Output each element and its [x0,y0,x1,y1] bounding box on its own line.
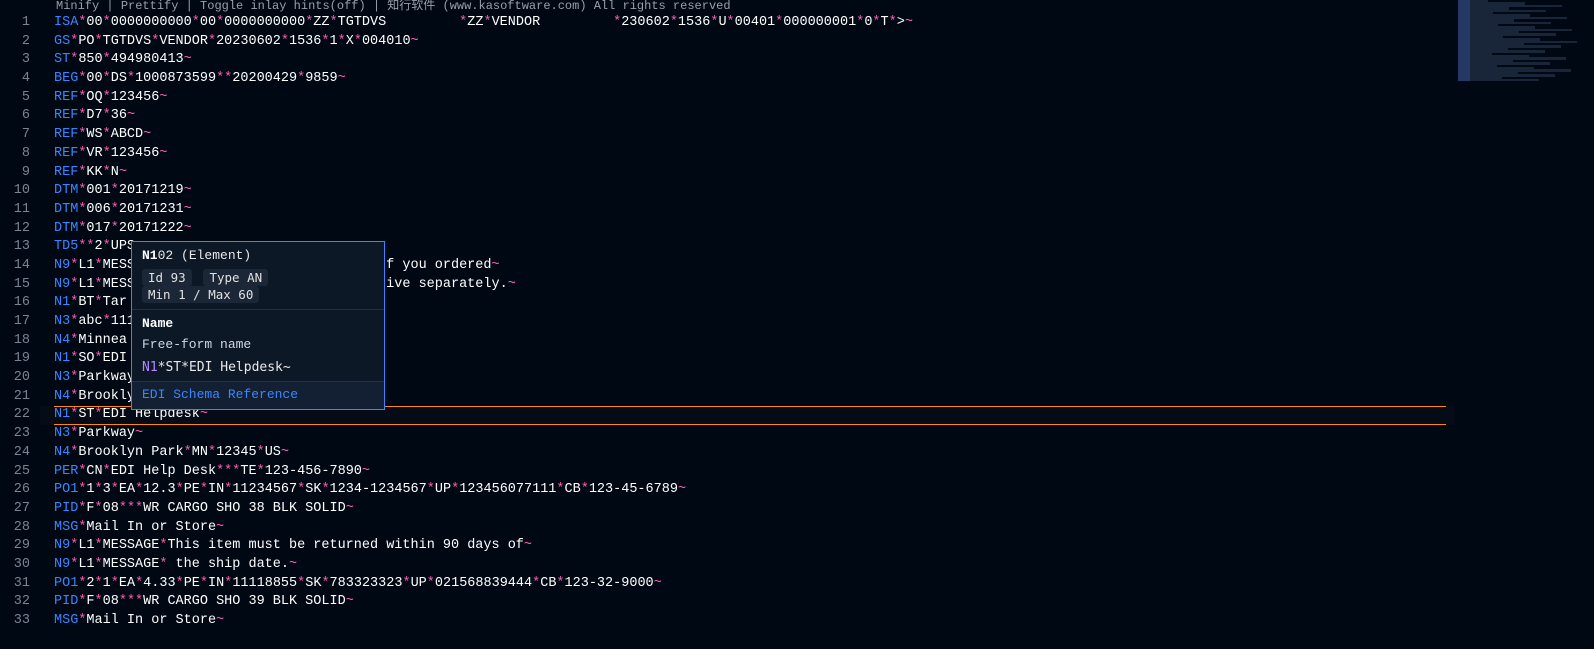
line-number: 22 [0,406,40,425]
line-number: 26 [0,481,40,500]
code-content[interactable]: DTM*006*20171231~ [40,201,1594,220]
code-content[interactable]: REF*WS*ABCD~ [40,126,1594,145]
line-number: 3 [0,51,40,70]
code-line[interactable]: 3ST*850*494980413~ [0,51,1594,70]
badge-id: Id 93 [142,269,192,286]
line-number: 2 [0,33,40,52]
line-number: 13 [0,238,40,257]
line-number: 9 [0,164,40,183]
code-content[interactable]: N3*Parkway~ [40,425,1594,444]
line-number: 1 [0,14,40,33]
code-content[interactable]: N9*L1*MESSAGE* the ship date.~ [40,556,1594,575]
line-number: 6 [0,107,40,126]
line-number: 8 [0,145,40,164]
schema-reference-link[interactable]: EDI Schema Reference [132,382,384,409]
code-content[interactable]: N9*L1*MESSAGE*This item must be returned… [40,537,1594,556]
code-line[interactable]: 30N9*L1*MESSAGE* the ship date.~ [0,556,1594,575]
line-number: 17 [0,313,40,332]
badge-type: Type AN [203,269,268,286]
line-number: 4 [0,70,40,89]
line-number: 31 [0,575,40,594]
code-content[interactable]: REF*KK*N~ [40,164,1594,183]
code-line[interactable]: 11DTM*006*20171231~ [0,201,1594,220]
code-content[interactable]: DTM*001*20171219~ [40,182,1594,201]
line-number: 27 [0,500,40,519]
code-content[interactable]: BEG*00*DS*1000873599**20200429*9859~ [40,70,1594,89]
line-number: 11 [0,201,40,220]
line-number: 12 [0,220,40,239]
code-content[interactable]: PID*F*08***WR CARGO SHO 39 BLK SOLID~ [40,593,1594,612]
code-content[interactable]: REF*OQ*123456~ [40,89,1594,108]
line-number: 7 [0,126,40,145]
line-number: 10 [0,182,40,201]
code-content[interactable]: MSG*Mail In or Store~ [40,519,1594,538]
badge-minmax: Min 1 / Max 60 [142,286,259,303]
line-number: 33 [0,612,40,631]
code-content[interactable]: REF*VR*123456~ [40,145,1594,164]
brand-text: 知行软件 (www.kasoftware.com) All rights res… [387,0,730,13]
line-number: 29 [0,537,40,556]
code-line[interactable]: 23N3*Parkway~ [0,425,1594,444]
line-number: 25 [0,463,40,482]
code-content[interactable]: ST*850*494980413~ [40,51,1594,70]
line-number: 21 [0,388,40,407]
code-content[interactable]: PO1*1*3*EA*12.3*PE*IN*11234567*SK*1234-1… [40,481,1594,500]
line-number: 5 [0,89,40,108]
code-content[interactable]: GS*PO*TGTDVS*VENDOR*20230602*1536*1*X*00… [40,33,1594,52]
code-line[interactable]: 1ISA*00*0000000000*00*0000000000*ZZ*TGTD… [0,14,1594,33]
code-content[interactable]: MSG*Mail In or Store~ [40,612,1594,631]
code-line[interactable]: 27PID*F*08***WR CARGO SHO 38 BLK SOLID~ [0,500,1594,519]
line-number: 24 [0,444,40,463]
line-number: 15 [0,276,40,295]
code-line[interactable]: 8REF*VR*123456~ [0,145,1594,164]
hover-title: N102 (Element) [142,248,374,263]
line-number: 16 [0,294,40,313]
code-content[interactable]: PO1*2*1*EA*4.33*PE*IN*11118855*SK*783323… [40,575,1594,594]
line-number: 28 [0,519,40,538]
minimap[interactable] [1454,0,1594,649]
code-line[interactable]: 32PID*F*08***WR CARGO SHO 39 BLK SOLID~ [0,593,1594,612]
hover-example: N1*ST*EDI Helpdesk~ [142,360,374,375]
code-line[interactable]: 2GS*PO*TGTDVS*VENDOR*20230602*1536*1*X*0… [0,33,1594,52]
code-line[interactable]: 4BEG*00*DS*1000873599**20200429*9859~ [0,70,1594,89]
code-content[interactable]: REF*D7*36~ [40,107,1594,126]
code-line[interactable]: 25PER*CN*EDI Help Desk***TE*123-456-7890… [0,463,1594,482]
prettify-link[interactable]: Prettify [121,0,179,13]
code-line[interactable]: 33MSG*Mail In or Store~ [0,612,1594,631]
line-number: 14 [0,257,40,276]
code-line[interactable]: 10DTM*001*20171219~ [0,182,1594,201]
toggle-inlay-link[interactable]: Toggle inlay hints(off) [200,0,366,13]
code-line[interactable]: 28MSG*Mail In or Store~ [0,519,1594,538]
minimap-line [1458,79,1539,81]
hover-name-label: Name [142,316,374,331]
hover-tooltip: N102 (Element) Id 93 Type AN Min 1 / Max… [131,241,385,410]
line-number: 20 [0,369,40,388]
code-line[interactable]: 29N9*L1*MESSAGE*This item must be return… [0,537,1594,556]
code-content[interactable]: N4*Brooklyn Park*MN*12345*US~ [40,444,1594,463]
code-content[interactable]: ISA*00*0000000000*00*0000000000*ZZ*TGTDV… [40,14,1594,33]
code-line[interactable]: 31PO1*2*1*EA*4.33*PE*IN*11118855*SK*7833… [0,575,1594,594]
code-line[interactable]: 12DTM*017*20171222~ [0,220,1594,239]
minify-link[interactable]: Minify [56,0,99,13]
hover-badges: Id 93 Type AN Min 1 / Max 60 [142,269,374,303]
code-content[interactable]: PER*CN*EDI Help Desk***TE*123-456-7890~ [40,463,1594,482]
line-number: 30 [0,556,40,575]
code-content[interactable]: DTM*017*20171222~ [40,220,1594,239]
code-line[interactable]: 7REF*WS*ABCD~ [0,126,1594,145]
line-number: 32 [0,593,40,612]
code-line[interactable]: 9REF*KK*N~ [0,164,1594,183]
code-line[interactable]: 26PO1*1*3*EA*12.3*PE*IN*11234567*SK*1234… [0,481,1594,500]
code-line[interactable]: 6REF*D7*36~ [0,107,1594,126]
line-number: 19 [0,350,40,369]
code-line[interactable]: 5REF*OQ*123456~ [0,89,1594,108]
line-number: 23 [0,425,40,444]
code-line[interactable]: 24N4*Brooklyn Park*MN*12345*US~ [0,444,1594,463]
line-number: 18 [0,332,40,351]
hover-desc: Free-form name [142,337,374,352]
code-content[interactable]: PID*F*08***WR CARGO SHO 38 BLK SOLID~ [40,500,1594,519]
